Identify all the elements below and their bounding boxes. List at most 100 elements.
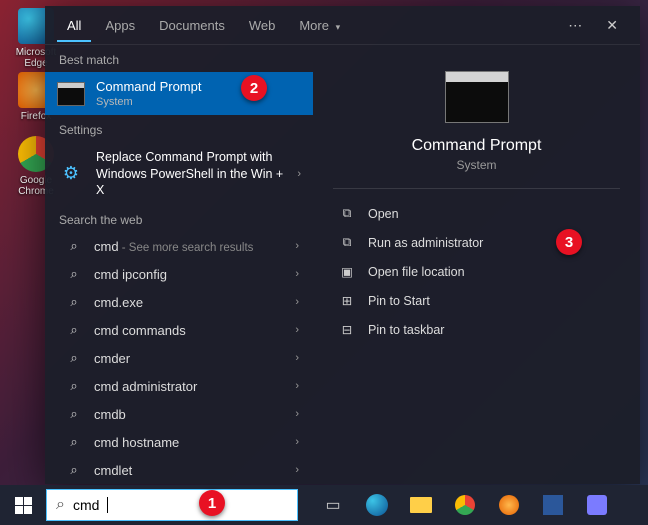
web-result-5[interactable]: ⌕ cmd administrator › (45, 372, 313, 400)
task-view-icon: ▭ (325, 495, 340, 515)
search-icon: ⌕ (67, 322, 81, 338)
search-icon: ⌕ (56, 496, 65, 514)
pin-taskbar-icon: ⊟ (339, 322, 355, 337)
chevron-right-icon: › (297, 168, 301, 180)
result-command-prompt[interactable]: Command Prompt System 2 (45, 72, 313, 115)
annotation-badge-1: 1 (199, 490, 225, 516)
gear-icon: ⚙ (57, 160, 85, 188)
web-result-text: cmdlet (94, 463, 132, 478)
cmd-icon (57, 80, 85, 108)
taskbar-edge[interactable] (356, 485, 398, 525)
taskbar-apps: ▭ (312, 485, 618, 525)
web-result-4[interactable]: ⌕cmder› (45, 344, 313, 372)
search-icon: ⌕ (67, 378, 81, 394)
tab-more[interactable]: More ▾ (289, 9, 350, 42)
admin-icon: ⧉ (339, 235, 355, 250)
desktop: Microsoft Edge Firefox Google Chrome All… (0, 0, 648, 525)
tab-all[interactable]: All (57, 9, 91, 42)
firefox-icon (499, 495, 519, 515)
taskbar-chrome[interactable] (444, 485, 486, 525)
windows-logo-icon (15, 497, 32, 514)
pin-start-icon: ⊞ (339, 293, 355, 308)
section-best-match: Best match (45, 45, 313, 72)
task-view-button[interactable]: ▭ (312, 485, 354, 525)
search-icon: ⌕ (67, 266, 81, 282)
preview-subtitle: System (456, 158, 496, 172)
action-open[interactable]: ⧉ Open (333, 199, 632, 228)
search-icon: ⌕ (67, 406, 81, 422)
search-icon: ⌕ (67, 350, 81, 366)
action-pin-to-taskbar[interactable]: ⊟ Pin to taskbar (333, 315, 632, 344)
chevron-down-icon: ▾ (336, 22, 341, 32)
edge-icon (366, 494, 388, 516)
web-result-text: cmd hostname (94, 435, 179, 450)
app-icon (587, 495, 607, 515)
taskbar-search-box[interactable]: ⌕ cmd 1 (46, 489, 298, 521)
preview-title: Command Prompt (412, 137, 542, 155)
start-search-panel: All Apps Documents Web More ▾ ⋯ ✕ Best m… (45, 6, 640, 484)
action-label: Run as administrator (368, 236, 483, 250)
action-run-as-administrator[interactable]: ⧉ Run as administrator (333, 228, 632, 257)
start-button[interactable] (0, 485, 46, 525)
section-settings: Settings (45, 115, 313, 142)
taskbar-explorer[interactable] (400, 485, 442, 525)
folder-icon (410, 497, 432, 513)
result-subtitle: System (96, 96, 301, 108)
result-title: Command Prompt (96, 79, 301, 95)
chevron-right-icon: › (295, 324, 299, 336)
results-list: Best match Command Prompt System 2 Setti… (45, 45, 313, 484)
options-button[interactable]: ⋯ (558, 11, 592, 40)
search-input-text: cmd (73, 497, 99, 513)
web-result-0[interactable]: ⌕ cmd - See more search results › (45, 232, 313, 260)
divider (333, 188, 620, 189)
chevron-right-icon: › (295, 408, 299, 420)
preview-app-icon (445, 71, 509, 123)
chevron-right-icon: › (295, 380, 299, 392)
web-result-2[interactable]: ⌕cmd.exe› (45, 288, 313, 316)
web-result-text: cmd (94, 239, 119, 254)
text-caret (107, 497, 108, 513)
search-icon: ⌕ (67, 434, 81, 450)
folder-icon: ▣ (339, 264, 355, 279)
web-result-8[interactable]: ⌕ cmdlet › (45, 456, 313, 484)
chevron-right-icon: › (295, 436, 299, 448)
annotation-badge-3: 3 (556, 229, 582, 255)
result-replace-cmd-powershell[interactable]: ⚙ Replace Command Prompt with Windows Po… (45, 142, 313, 205)
web-result-text: cmd administrator (94, 379, 197, 394)
web-result-6[interactable]: ⌕ cmdb › (45, 400, 313, 428)
chevron-right-icon: › (295, 268, 299, 280)
search-icon: ⌕ (67, 462, 81, 478)
app-icon (543, 495, 563, 515)
web-result-text: cmd commands (94, 323, 186, 338)
chevron-right-icon: › (295, 464, 299, 476)
action-label: Pin to Start (368, 294, 430, 308)
search-icon: ⌕ (67, 294, 81, 310)
taskbar-firefox[interactable] (488, 485, 530, 525)
taskbar-app[interactable] (532, 485, 574, 525)
search-icon: ⌕ (67, 238, 81, 254)
tab-web[interactable]: Web (239, 9, 286, 42)
taskbar: ⌕ cmd 1 ▭ (0, 485, 648, 525)
taskbar-app-2[interactable] (576, 485, 618, 525)
section-search-web: Search the web (45, 205, 313, 232)
action-open-file-location[interactable]: ▣Open file location (333, 257, 632, 286)
web-result-7[interactable]: ⌕ cmd hostname › (45, 428, 313, 456)
search-tabs: All Apps Documents Web More ▾ ⋯ ✕ (45, 6, 640, 45)
web-result-hint: - See more search results (119, 242, 254, 254)
open-icon: ⧉ (339, 206, 355, 221)
chevron-right-icon: › (295, 352, 299, 364)
close-button[interactable]: ✕ (596, 11, 628, 40)
tab-apps[interactable]: Apps (95, 9, 145, 42)
web-result-1[interactable]: ⌕ cmd ipconfig › (45, 260, 313, 288)
action-pin-to-start[interactable]: ⊞ Pin to Start (333, 286, 632, 315)
chevron-right-icon: › (295, 240, 299, 252)
web-result-3[interactable]: ⌕ cmd commands › (45, 316, 313, 344)
action-label: Pin to taskbar (368, 323, 444, 337)
web-result-text: cmdb (94, 407, 126, 422)
action-label: Open (368, 207, 399, 221)
preview-pane: Command Prompt System 3 ⧉ Open ⧉ Run as adm… (313, 45, 640, 484)
web-result-text: cmd ipconfig (94, 267, 167, 282)
tab-documents[interactable]: Documents (149, 9, 235, 42)
annotation-badge-2: 2 (241, 75, 267, 101)
chrome-icon (455, 495, 475, 515)
